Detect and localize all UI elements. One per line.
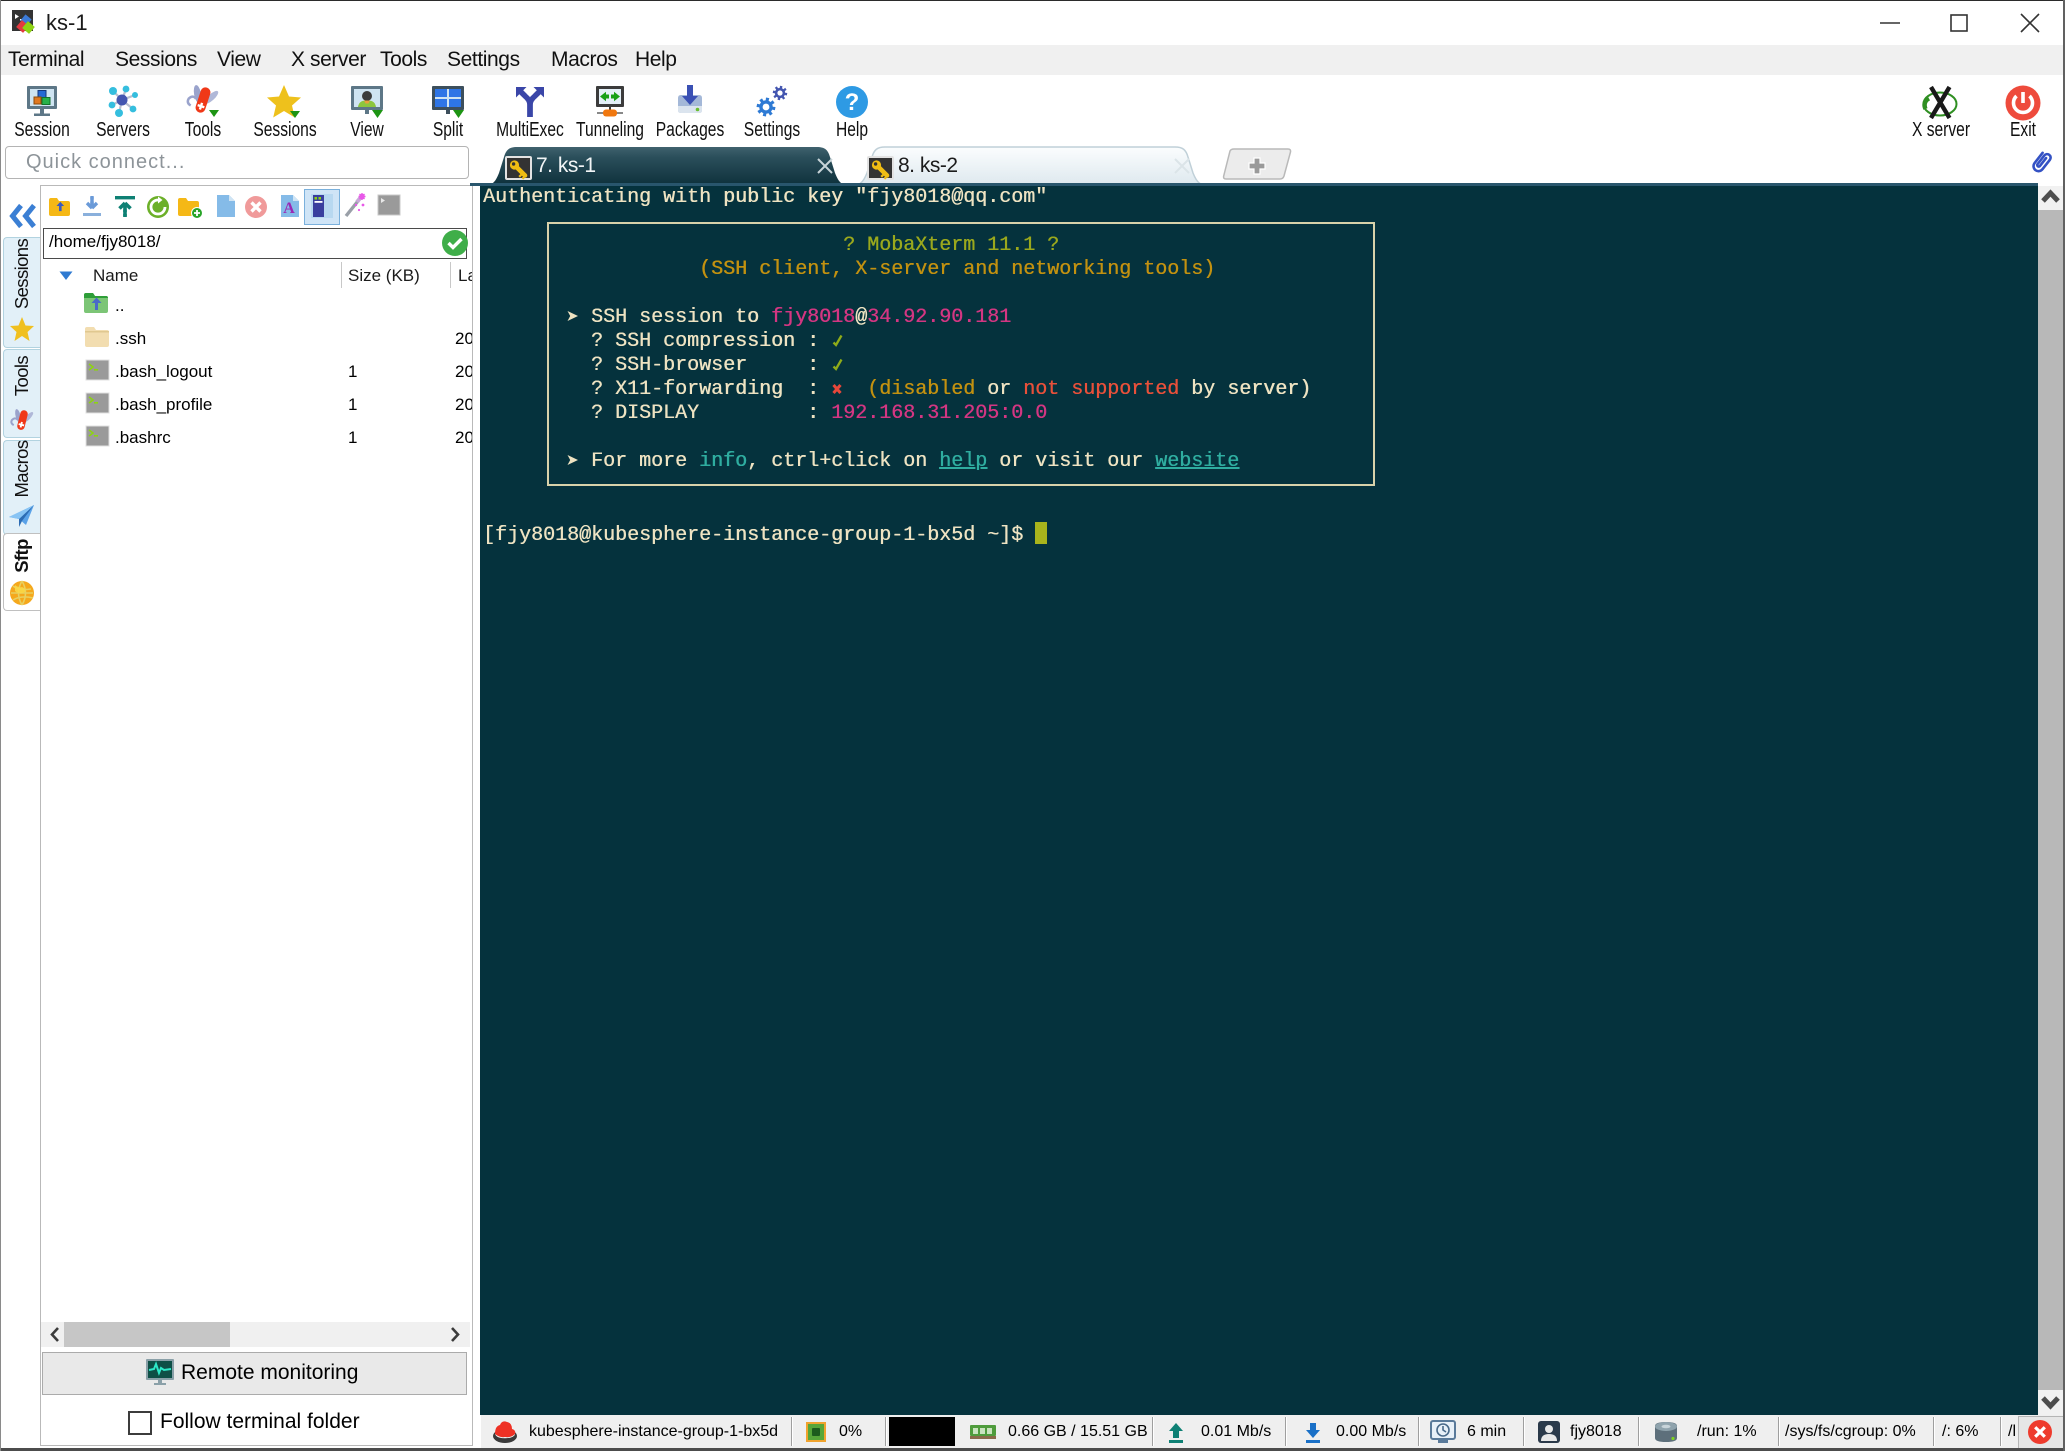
svg-text:A: A xyxy=(283,200,295,217)
svg-text:?: ? xyxy=(845,89,860,116)
